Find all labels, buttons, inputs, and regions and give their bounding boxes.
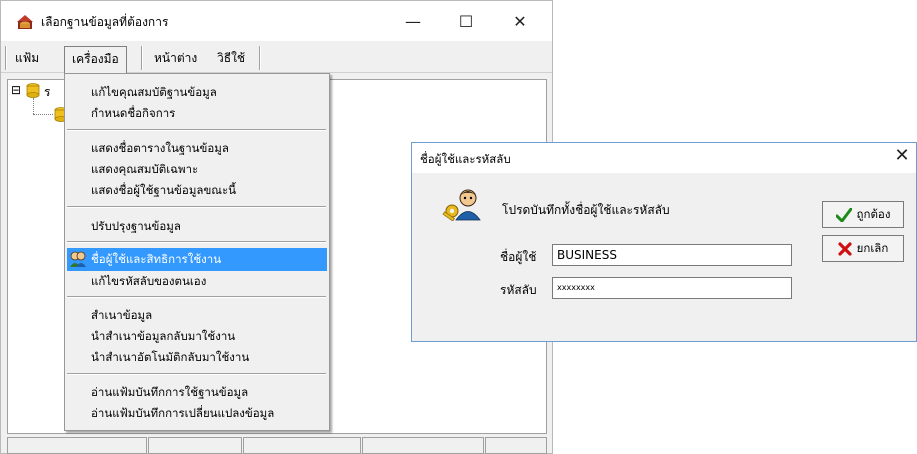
- ok-button-label: ถูกต้อง: [856, 206, 891, 221]
- menu-separator: [67, 206, 326, 208]
- menu-item-set-company-name[interactable]: กำหนดชื่อกิจการ: [91, 103, 175, 123]
- menubar-grip: [5, 46, 7, 70]
- menubar-separator: [141, 46, 143, 70]
- close-button[interactable]: ✕: [497, 1, 543, 41]
- dialog-titlebar: ชื่อผู้ใช้และรหัสลับ ✕: [412, 143, 916, 173]
- ok-button[interactable]: ถูกต้อง: [822, 201, 904, 228]
- database-icon: [26, 83, 40, 98]
- dialog-close-button[interactable]: ✕: [890, 145, 914, 166]
- password-field[interactable]: xxxxxxxx: [552, 277, 792, 299]
- tools-dropdown-menu: แก้ไขคุณสมบัติฐานข้อมูล กำหนดชื่อกิจการ …: [64, 73, 330, 431]
- statusbar: [7, 437, 547, 454]
- menu-item-show-tables[interactable]: แสดงชื่อตารางในฐานข้อมูล: [91, 138, 229, 158]
- menu-file[interactable]: แฟ้ม: [12, 48, 42, 70]
- username-label: ชื่อผู้ใช้: [500, 250, 537, 264]
- status-pane-5: [485, 437, 547, 454]
- menu-item-restore-auto-backup[interactable]: นำสำเนาอัตโนมัติกลับมาใช้งาน: [91, 347, 249, 367]
- login-dialog: ชื่อผู้ใช้และรหัสลับ ✕ โปรดบันทึกทั้งชื่…: [411, 142, 917, 342]
- menu-help[interactable]: วิธีใช้: [214, 48, 248, 70]
- app-database-icon: [17, 15, 33, 29]
- dialog-title: ชื่อผู้ใช้และรหัสลับ: [420, 152, 511, 166]
- minimize-button[interactable]: —: [390, 1, 436, 41]
- menu-item-users-and-rights[interactable]: ชื่อผู้ใช้และสิทธิการใช้งาน: [91, 249, 221, 269]
- user-key-icon: [442, 189, 481, 221]
- cancel-button[interactable]: ยกเลิก: [822, 235, 904, 262]
- menu-item-update-database[interactable]: ปรับปรุงฐานข้อมูล: [91, 216, 181, 236]
- x-icon: [838, 241, 852, 256]
- menu-separator: [67, 129, 326, 131]
- checkmark-icon: [835, 207, 852, 222]
- dialog-prompt: โปรดบันทึกทั้งชื่อผู้ใช้และรหัสลับ: [502, 203, 670, 217]
- menu-item-read-change-log[interactable]: อ่านแฟ้มบันทึกการเปลี่ยนแปลงข้อมูล: [91, 403, 274, 423]
- username-field[interactable]: BUSINESS: [552, 244, 792, 266]
- menu-item-change-own-password[interactable]: แก้ไขรหัสลับของตนเอง: [91, 271, 206, 291]
- password-label: รหัสลับ: [500, 283, 537, 297]
- tree-expander-icon[interactable]: ⊟: [11, 84, 21, 96]
- status-pane-4: [362, 437, 484, 454]
- menu-item-restore-backup[interactable]: นำสำเนาข้อมูลกลับมาใช้งาน: [91, 326, 235, 346]
- menubar: แฟ้ม เครื่องมือ หน้าต่าง วิธีใช้: [1, 42, 552, 73]
- window-title: เลือกฐานข้อมูลที่ต้องการ: [41, 15, 169, 29]
- menu-separator: [67, 373, 326, 375]
- menu-item-show-current-users[interactable]: แสดงชื่อผู้ใช้ฐานข้อมูลขณะนี้: [91, 180, 236, 200]
- maximize-button[interactable]: ☐: [443, 1, 489, 41]
- menu-item-edit-db-properties[interactable]: แก้ไขคุณสมบัติฐานข้อมูล: [91, 82, 217, 102]
- tree-line: [33, 114, 53, 115]
- status-pane-1: [7, 437, 147, 454]
- menu-window[interactable]: หน้าต่าง: [151, 48, 200, 70]
- tree-root-label[interactable]: ร: [44, 83, 50, 102]
- menu-separator: [67, 241, 326, 243]
- menubar-separator-end: [259, 46, 261, 70]
- menu-separator: [67, 296, 326, 298]
- status-pane-2: [148, 437, 242, 454]
- menu-tools[interactable]: เครื่องมือ: [64, 46, 127, 73]
- menu-item-show-properties[interactable]: แสดงคุณสมบัติเฉพาะ: [91, 159, 198, 179]
- menu-item-backup[interactable]: สำเนาข้อมูล: [91, 305, 152, 325]
- menu-item-read-usage-log[interactable]: อ่านแฟ้มบันทึกการใช้ฐานข้อมูล: [91, 382, 248, 402]
- status-pane-3: [243, 437, 361, 454]
- tree-line: [33, 98, 35, 114]
- cancel-button-label: ยกเลิก: [856, 240, 889, 255]
- users-icon: [70, 251, 86, 267]
- main-titlebar: เลือกฐานข้อมูลที่ต้องการ — ☐ ✕: [1, 1, 552, 41]
